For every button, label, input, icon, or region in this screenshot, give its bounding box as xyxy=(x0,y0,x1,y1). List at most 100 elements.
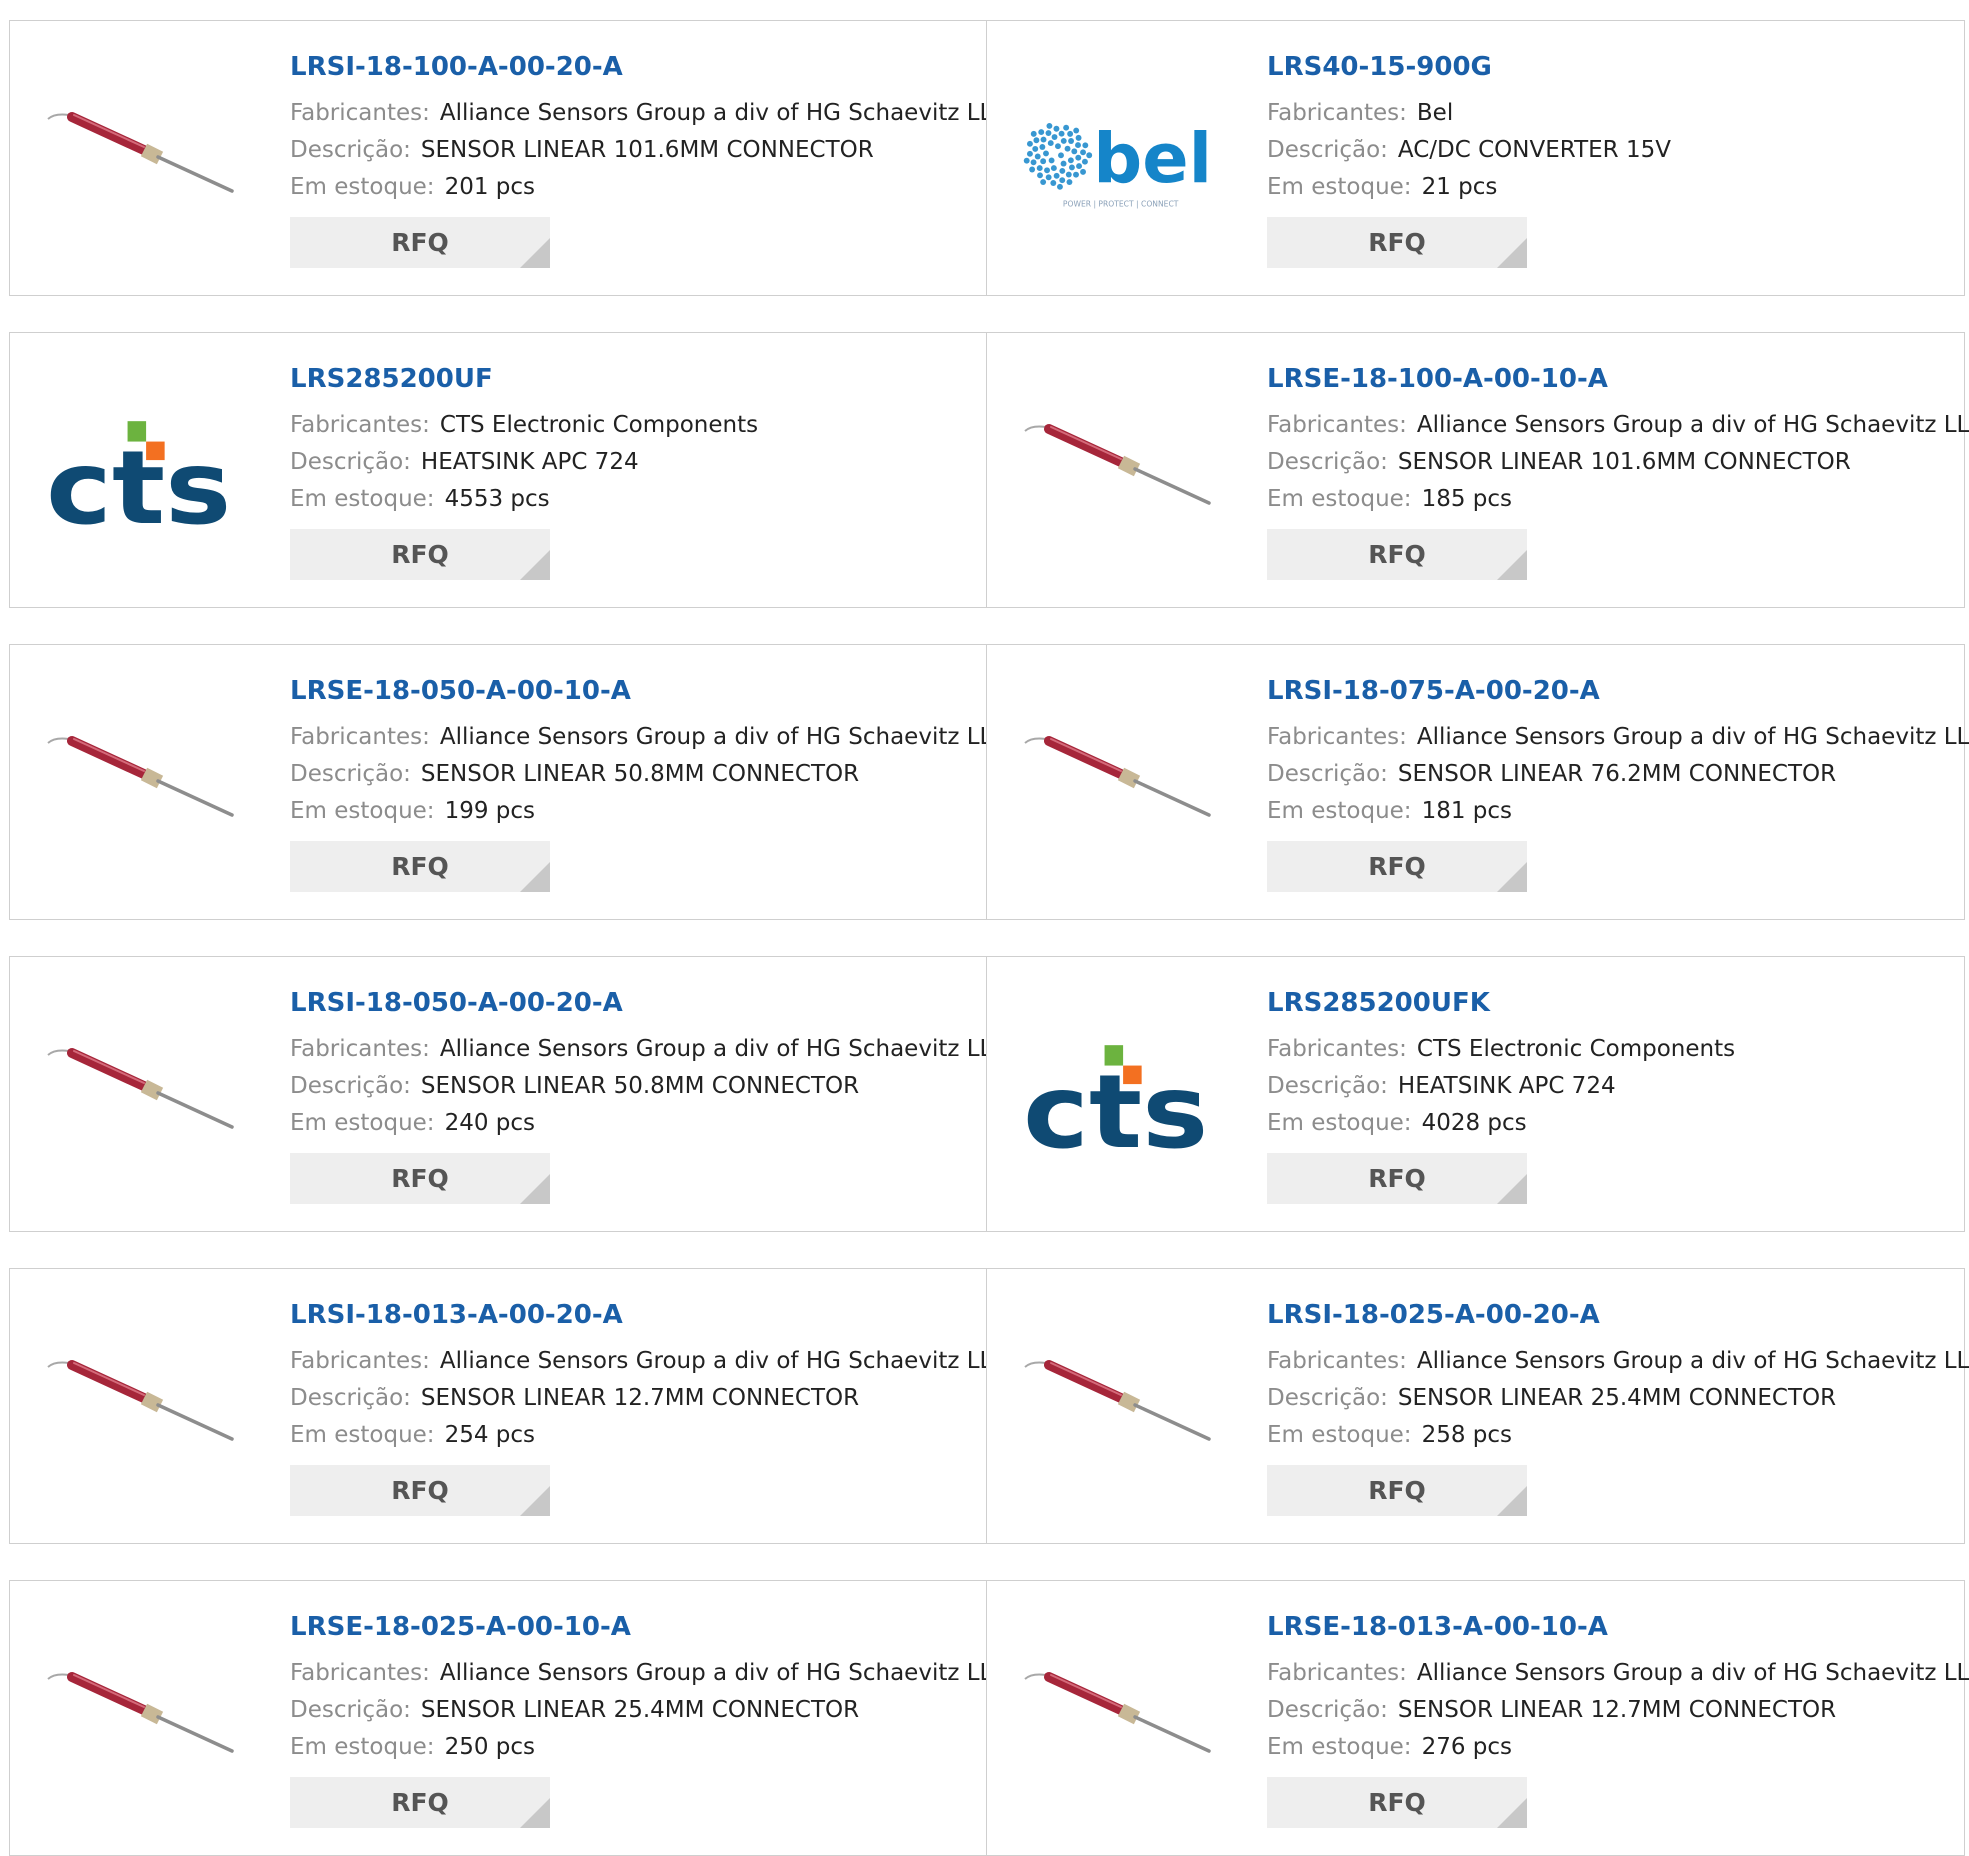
rfq-label: RFQ xyxy=(1368,852,1426,881)
part-number-link[interactable]: LRSE-18-050-A-00-10-A xyxy=(290,673,977,709)
product-image[interactable]: cts xyxy=(1023,1003,1213,1193)
product-card: LRSI-18-100-A-00-20-A Fabricantes: Allian… xyxy=(9,20,1008,296)
product-info: LRSI-18-025-A-00-20-A Fabricantes: Allian… xyxy=(1267,1297,1969,1516)
product-image[interactable] xyxy=(1023,1315,1213,1505)
stock-label: Em estoque: xyxy=(290,174,435,200)
part-number-link[interactable]: LRSE-18-025-A-00-10-A xyxy=(290,1609,977,1645)
rfq-button[interactable]: RFQ xyxy=(1267,529,1527,580)
description-value: SENSOR LINEAR 12.7MM CONNECTOR xyxy=(420,1385,860,1411)
sensor-highlight xyxy=(1050,738,1122,772)
product-card: LRSI-18-050-A-00-20-A Fabricantes: Allian… xyxy=(9,956,1008,1232)
description-label: Descrição: xyxy=(290,1073,411,1099)
product-image[interactable]: cts xyxy=(46,379,236,569)
sensor-body xyxy=(1044,736,1128,780)
part-number-link[interactable]: LRSI-18-075-A-00-20-A xyxy=(1267,673,1954,709)
stock-value: 254 pcs xyxy=(444,1422,536,1448)
product-image[interactable] xyxy=(46,1315,236,1505)
stock-row: Em estoque: 258 pcs xyxy=(1267,1417,1954,1454)
product-image[interactable] xyxy=(1023,691,1213,881)
sensor-probe-icon xyxy=(47,112,234,193)
bel-wordmark: bel xyxy=(1093,120,1212,199)
product-image[interactable]: bel POWER | PROTECT | CONNECT xyxy=(1023,67,1213,257)
stock-label: Em estoque: xyxy=(1267,174,1412,200)
stock-row: Em estoque: 199 pcs xyxy=(290,793,977,830)
rfq-label: RFQ xyxy=(391,540,449,569)
description-value: SENSOR LINEAR 25.4MM CONNECTOR xyxy=(420,1697,860,1723)
manufacturer-label: Fabricantes: xyxy=(290,724,430,750)
part-number-link[interactable]: LRS285200UF xyxy=(290,361,977,397)
product-image[interactable] xyxy=(46,67,236,257)
product-image[interactable] xyxy=(46,1627,236,1817)
manufacturer-row: Fabricantes: Alliance Sensors Group a div… xyxy=(1267,1343,1969,1380)
stock-row: Em estoque: 4553 pcs xyxy=(290,481,977,518)
rfq-button[interactable]: RFQ xyxy=(1267,1153,1527,1204)
description-row: Descrição: SENSOR LINEAR 101.6MM CONNECTO… xyxy=(1267,444,1954,481)
manufacturer-label: Fabricantes: xyxy=(1267,412,1407,438)
part-number-link[interactable]: LRSI-18-013-A-00-20-A xyxy=(290,1297,977,1333)
manufacturer-value: Alliance Sensors Group a div of HG Schae… xyxy=(1416,1348,1969,1374)
manufacturer-row: Fabricantes: Alliance Sensors Group a div… xyxy=(290,1031,1008,1068)
part-number-link[interactable]: LRSI-18-100-A-00-20-A xyxy=(290,49,977,85)
product-info: LRSE-18-013-A-00-10-A Fabricantes: Allian… xyxy=(1267,1609,1969,1828)
sensor-body xyxy=(67,1360,151,1404)
rfq-button[interactable]: RFQ xyxy=(1267,1465,1527,1516)
part-number-link[interactable]: LRSE-18-013-A-00-10-A xyxy=(1267,1609,1954,1645)
rfq-button[interactable]: RFQ xyxy=(290,217,550,268)
rfq-button[interactable]: RFQ xyxy=(290,1777,550,1828)
product-card: LRSE-18-013-A-00-10-A Fabricantes: Allian… xyxy=(986,1580,1969,1856)
rfq-button[interactable]: RFQ xyxy=(1267,841,1527,892)
rfq-label: RFQ xyxy=(1368,228,1426,257)
sensor-body xyxy=(67,1048,151,1092)
rfq-button[interactable]: RFQ xyxy=(1267,1777,1527,1828)
product-image[interactable] xyxy=(1023,1627,1213,1817)
rfq-label: RFQ xyxy=(1368,1476,1426,1505)
corner-fold-icon xyxy=(1497,1174,1527,1204)
manufacturer-label: Fabricantes: xyxy=(1267,1036,1407,1062)
description-row: Descrição: SENSOR LINEAR 25.4MM CONNECTOR xyxy=(1267,1380,1954,1417)
rfq-button[interactable]: RFQ xyxy=(290,841,550,892)
corner-fold-icon xyxy=(1497,862,1527,892)
rfq-label: RFQ xyxy=(391,1788,449,1817)
product-grid: LRSI-18-100-A-00-20-A Fabricantes: Allian… xyxy=(0,0,1969,1856)
manufacturer-label: Fabricantes: xyxy=(1267,724,1407,750)
manufacturer-value: Alliance Sensors Group a div of HG Schae… xyxy=(1416,412,1969,438)
description-row: Descrição: SENSOR LINEAR 12.7MM CONNECTOR xyxy=(290,1380,977,1417)
rfq-label: RFQ xyxy=(391,852,449,881)
manufacturer-row: Fabricantes: Alliance Sensors Group a div… xyxy=(290,1655,1008,1692)
rfq-button[interactable]: RFQ xyxy=(290,529,550,580)
part-number-link[interactable]: LRSI-18-025-A-00-20-A xyxy=(1267,1297,1954,1333)
rfq-button[interactable]: RFQ xyxy=(290,1465,550,1516)
product-card: cts LRS285200UFK Fabricantes: CTS Electro… xyxy=(986,956,1965,1232)
manufacturer-value: Alliance Sensors Group a div of HG Schae… xyxy=(1416,1660,1969,1686)
product-image[interactable] xyxy=(1023,379,1213,569)
part-number-link[interactable]: LRS285200UFK xyxy=(1267,985,1954,1021)
sensor-body xyxy=(67,736,151,780)
description-label: Descrição: xyxy=(290,449,411,475)
sensor-rod xyxy=(156,1403,234,1441)
manufacturer-value: Alliance Sensors Group a div of HG Schae… xyxy=(1416,724,1969,750)
cts-logo-icon: cts xyxy=(1023,1045,1208,1163)
corner-fold-icon xyxy=(1497,550,1527,580)
product-image[interactable] xyxy=(46,1003,236,1193)
stock-label: Em estoque: xyxy=(290,1422,435,1448)
stock-label: Em estoque: xyxy=(1267,486,1412,512)
description-label: Descrição: xyxy=(1267,1697,1388,1723)
part-number-link[interactable]: LRSE-18-100-A-00-10-A xyxy=(1267,361,1954,397)
product-card: LRSI-18-025-A-00-20-A Fabricantes: Allian… xyxy=(986,1268,1969,1544)
sensor-probe-icon xyxy=(1024,1672,1211,1753)
rfq-button[interactable]: RFQ xyxy=(290,1153,550,1204)
stock-value: 199 pcs xyxy=(444,798,536,824)
product-image[interactable] xyxy=(46,691,236,881)
sensor-rod xyxy=(1133,779,1211,817)
part-number-link[interactable]: LRSI-18-050-A-00-20-A xyxy=(290,985,977,1021)
product-info: LRSE-18-100-A-00-10-A Fabricantes: Allian… xyxy=(1267,361,1969,580)
manufacturer-label: Fabricantes: xyxy=(290,1036,430,1062)
stock-value: 4028 pcs xyxy=(1421,1110,1527,1136)
product-info: LRSI-18-050-A-00-20-A Fabricantes: Allian… xyxy=(290,985,1008,1204)
sensor-rod xyxy=(156,155,234,193)
cts-wordmark: cts xyxy=(46,429,231,539)
stock-row: Em estoque: 254 pcs xyxy=(290,1417,977,1454)
part-number-link[interactable]: LRS40-15-900G xyxy=(1267,49,1954,85)
rfq-button[interactable]: RFQ xyxy=(1267,217,1527,268)
manufacturer-row: Fabricantes: Bel xyxy=(1267,95,1954,132)
